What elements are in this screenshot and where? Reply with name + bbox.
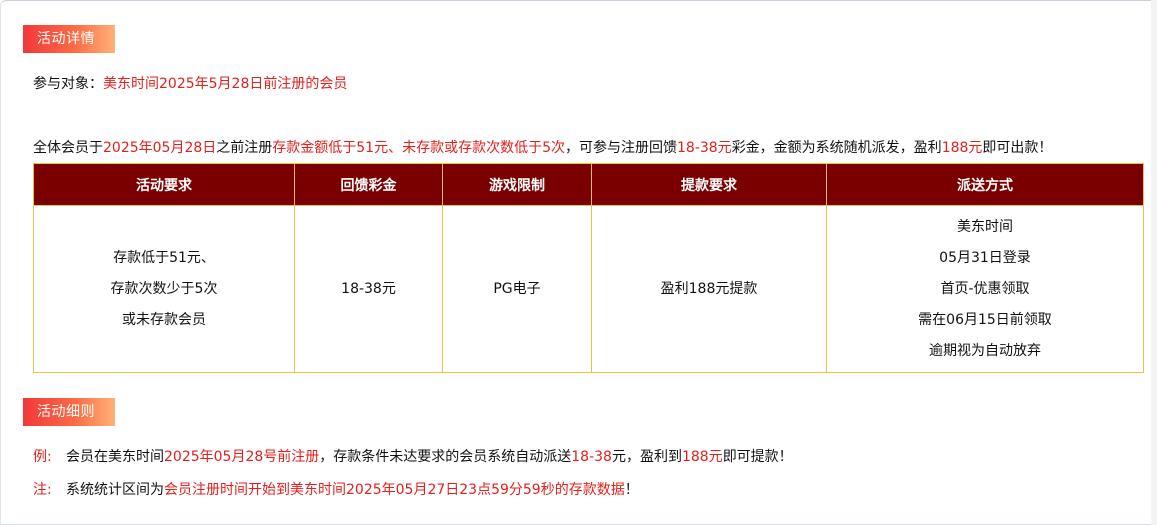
- summary-text-2: 之前注册: [216, 140, 273, 156]
- rule-note-text-1: 系统统计区间为: [66, 482, 164, 498]
- header-requirement: 活动要求: [33, 163, 295, 206]
- delivery-line: 05月31日登录: [939, 249, 1031, 266]
- header-bonus: 回馈彩金: [294, 163, 443, 206]
- rule-example-text-3: 元，盈利到: [611, 449, 682, 465]
- summary-condition: 存款金额低于51元、未存款或存款次数低于5次: [272, 140, 565, 156]
- summary-profit: 188元: [941, 140, 983, 156]
- delivery-line: 逾期视为自动放弃: [929, 342, 1041, 359]
- target-line: 参与对象：美东时间2025年5月28日前注册的会员: [33, 73, 347, 93]
- cell-game: PG电子: [442, 205, 592, 373]
- rule-example-text-2: ，存款条件未达要求的会员系统自动派送: [319, 449, 572, 465]
- summary-text-4: 彩金，金额为系统随机派发，盈利: [731, 140, 942, 156]
- rule-example-text-1: 会员在美东时间: [66, 449, 164, 465]
- target-value: 美东时间2025年5月28日前注册的会员: [103, 76, 348, 92]
- promo-table: 活动要求 回馈彩金 游戏限制 提款要求 派送方式 存款低于51元、 存款次数少于…: [33, 163, 1144, 373]
- rule-example-range: 18-38: [571, 449, 612, 465]
- summary-date: 2025年05月28日: [103, 140, 217, 156]
- rule-example-label: 例:: [33, 449, 52, 465]
- summary-range: 18-38元: [677, 140, 732, 156]
- rule-example-profit: 188元: [681, 449, 723, 465]
- table-header-row: 活动要求 回馈彩金 游戏限制 提款要求 派送方式: [33, 163, 1144, 206]
- rule-note-period: 会员注册时间开始到美东时间2025年05月27日23点59分59秒的存款数据: [164, 482, 625, 498]
- header-game: 游戏限制: [442, 163, 592, 206]
- header-withdraw: 提款要求: [591, 163, 827, 206]
- delivery-line: 首页-优惠领取: [940, 280, 1030, 297]
- cell-delivery: 美东时间 05月31日登录 首页-优惠领取 需在06月15日前领取 逾期视为自动…: [826, 205, 1144, 373]
- summary-line: 全体会员于2025年05月28日之前注册存款金额低于51元、未存款或存款次数低于…: [33, 137, 1052, 157]
- delivery-line: 需在06月15日前领取: [918, 311, 1052, 328]
- summary-text-3: ，可参与注册回馈: [565, 140, 677, 156]
- target-label: 参与对象：: [33, 76, 103, 92]
- cell-bonus: 18-38元: [294, 205, 443, 373]
- rule-example-date: 2025年05月28号前注册: [164, 449, 320, 465]
- header-delivery: 派送方式: [826, 163, 1144, 206]
- requirement-line: 或未存款会员: [122, 311, 206, 328]
- rule-note-line: 注: 系统统计区间为会员注册时间开始到美东时间2025年05月27日23点59分5…: [33, 479, 639, 499]
- rule-note-text-2: ！: [624, 482, 639, 498]
- scrollbar-track[interactable]: [1151, 0, 1157, 525]
- section-tag-rules: 活动细则: [23, 398, 115, 426]
- section-tag-details: 活动详情: [23, 25, 115, 53]
- table-row: 存款低于51元、 存款次数少于5次 或未存款会员 18-38元 PG电子 盈利1…: [33, 205, 1144, 373]
- requirement-line: 存款次数少于5次: [110, 280, 218, 297]
- requirement-line: 存款低于51元、: [113, 249, 215, 266]
- rule-example-line: 例: 会员在美东时间2025年05月28号前注册，存款条件未达要求的会员系统自动派…: [33, 446, 793, 466]
- cell-requirement: 存款低于51元、 存款次数少于5次 或未存款会员: [33, 205, 295, 373]
- rule-note-label: 注:: [33, 482, 52, 498]
- cell-withdraw: 盈利188元提款: [591, 205, 827, 373]
- summary-text-1: 全体会员于: [33, 140, 103, 156]
- rule-example-text-4: 即可提款！: [722, 449, 793, 465]
- delivery-line: 美东时间: [957, 218, 1013, 235]
- summary-text-5: 即可出款！: [982, 140, 1053, 156]
